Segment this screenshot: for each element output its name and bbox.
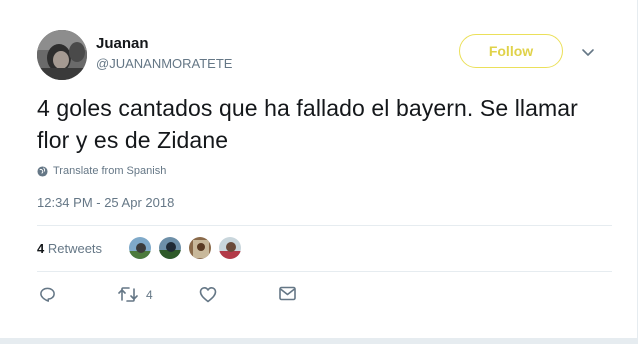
retweet-action-count: 4 xyxy=(146,287,153,302)
divider-top xyxy=(37,225,612,226)
translate-link[interactable]: Translate from Spanish xyxy=(37,165,166,177)
like-button[interactable] xyxy=(199,286,217,303)
heart-icon xyxy=(199,287,217,303)
retweeter-avatars xyxy=(128,236,248,260)
divider-bottom xyxy=(37,271,612,272)
retweeter-avatar[interactable] xyxy=(128,236,152,260)
retweets-stat[interactable]: 4 Retweets xyxy=(37,241,102,256)
translate-label: Translate from Spanish xyxy=(53,165,167,177)
retweets-label: Retweets xyxy=(44,241,103,256)
author-handle[interactable]: @JUANANMORATETE xyxy=(96,56,232,71)
author-avatar[interactable] xyxy=(37,30,87,80)
tweet-timestamp[interactable]: 12:34 PM - 25 Apr 2018 xyxy=(37,195,174,210)
reply-button[interactable] xyxy=(39,286,56,303)
tweet-card: Juanan @JUANANMORATETE Follow 4 goles ca… xyxy=(0,0,638,344)
globe-icon xyxy=(37,165,48,177)
tweet-text: 4 goles cantados que ha fallado el bayer… xyxy=(37,95,578,153)
envelope-icon xyxy=(279,286,296,301)
retweeter-avatar[interactable] xyxy=(158,236,182,260)
retweeter-avatar[interactable] xyxy=(218,236,242,260)
retweet-icon xyxy=(118,287,138,302)
chevron-down-icon[interactable] xyxy=(581,45,595,59)
author-display-name[interactable]: Juanan xyxy=(96,35,149,52)
reply-icon xyxy=(40,287,55,302)
card-bottom-border xyxy=(0,338,638,344)
retweet-button[interactable]: 4 xyxy=(118,286,153,303)
follow-button[interactable]: Follow xyxy=(459,34,563,68)
direct-message-button[interactable] xyxy=(279,286,296,301)
retweeter-avatar[interactable] xyxy=(188,236,212,260)
